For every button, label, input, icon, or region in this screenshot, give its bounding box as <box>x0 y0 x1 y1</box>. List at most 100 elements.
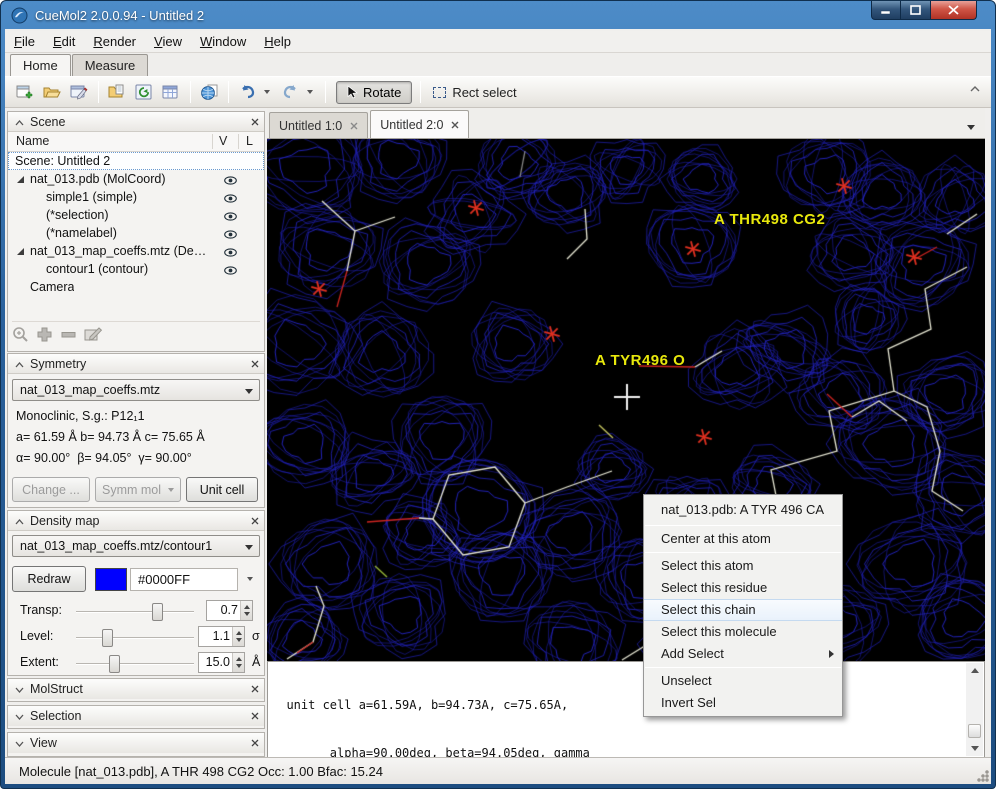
zoom-tree-icon[interactable] <box>12 326 29 348</box>
visibility-eye-icon[interactable] <box>224 174 237 188</box>
tree-row-selection[interactable]: (*selection) <box>8 206 264 224</box>
menu-window[interactable]: Window <box>191 32 255 51</box>
tree-row-scene[interactable]: Scene: Untitled 2 <box>8 152 264 170</box>
map-color-swatch[interactable] <box>95 568 127 591</box>
expander-icon[interactable] <box>17 176 24 183</box>
expand-panel-chevron[interactable] <box>15 709 24 723</box>
tree-row-simple1[interactable]: simple1 (simple) <box>8 188 264 206</box>
add-object-icon[interactable] <box>36 326 53 348</box>
menu-item-select-atom[interactable]: Select this atom <box>644 555 842 577</box>
tree-row-molcoord[interactable]: nat_013.pdb (MolCoord) <box>8 170 264 188</box>
open-file-button[interactable] <box>105 81 129 103</box>
menu-item-select-chain[interactable]: Select this chain <box>644 599 842 621</box>
extent-slider-thumb[interactable] <box>109 655 120 673</box>
extent-slider[interactable] <box>76 663 194 665</box>
menu-file[interactable]: File <box>5 32 44 51</box>
collapse-panel-chevron[interactable] <box>15 115 24 129</box>
tree-row-densmap[interactable]: nat_013_map_coeffs.mtz (De… <box>8 242 264 260</box>
view-tab-untitled2[interactable]: Untitled 2:0 <box>370 110 469 138</box>
close-panel-icon[interactable] <box>251 736 259 750</box>
maximize-button[interactable] <box>901 1 931 20</box>
tree-row-camera[interactable]: Camera <box>8 278 264 296</box>
console-scrollbar[interactable] <box>966 663 983 756</box>
selection-header[interactable]: Selection <box>8 706 264 726</box>
properties-icon[interactable] <box>84 326 103 348</box>
collapse-panel-chevron[interactable] <box>15 514 24 528</box>
collapse-panel-chevron[interactable] <box>15 357 24 371</box>
title-bar[interactable]: CueMol2 2.0.0.94 - Untitled 2 <box>1 1 995 29</box>
save-scene-button[interactable] <box>67 81 91 103</box>
unit-cell-button[interactable]: Unit cell <box>186 477 258 502</box>
color-hex-field[interactable]: #0000FF <box>130 568 238 591</box>
collapse-ribbon-chevron[interactable] <box>967 81 983 97</box>
rotate-toggle-button[interactable]: Rotate <box>336 81 412 104</box>
close-panel-icon[interactable] <box>251 357 259 371</box>
level-slider[interactable] <box>76 637 194 639</box>
change-button[interactable]: Change ... <box>12 477 90 502</box>
color-dropdown-caret[interactable] <box>247 577 253 581</box>
scrollbar-thumb[interactable] <box>968 724 981 738</box>
level-spinbox[interactable]: 1.1 <box>198 626 245 647</box>
symmetry-dataset-combo[interactable]: nat_013_map_coeffs.mtz <box>12 379 260 401</box>
visibility-eye-icon[interactable] <box>224 264 237 278</box>
rect-select-button[interactable]: Rect select <box>427 82 522 103</box>
column-lock[interactable]: L <box>246 134 253 148</box>
molecular-viewport-canvas[interactable] <box>267 139 985 661</box>
molstruct-header[interactable]: MolStruct <box>8 679 264 699</box>
embed-data-button[interactable] <box>159 81 183 103</box>
extent-spinbox[interactable]: 15.0 <box>198 652 245 673</box>
tree-row-contour1[interactable]: contour1 (contour) <box>8 260 264 278</box>
tab-home[interactable]: Home <box>10 54 71 77</box>
redo-dropdown-caret[interactable] <box>307 90 313 94</box>
menu-item-select-residue[interactable]: Select this residue <box>644 577 842 599</box>
close-panel-icon[interactable] <box>251 115 259 129</box>
expand-panel-chevron[interactable] <box>15 682 24 696</box>
menu-edit[interactable]: Edit <box>44 32 84 51</box>
spin-arrows[interactable] <box>240 601 252 620</box>
transp-spinbox[interactable]: 0.7 <box>206 600 253 621</box>
scroll-up-button[interactable] <box>967 663 982 678</box>
density-panel-header[interactable]: Density map <box>8 511 264 531</box>
visibility-eye-icon[interactable] <box>224 228 237 242</box>
open-scene-button[interactable] <box>40 81 64 103</box>
menu-item-center-atom[interactable]: Center at this atom <box>644 528 842 550</box>
undo-button[interactable] <box>235 81 259 103</box>
transp-slider-thumb[interactable] <box>152 603 163 621</box>
visibility-eye-icon[interactable] <box>224 246 237 260</box>
menu-item-add-select[interactable]: Add Select <box>644 643 842 665</box>
menu-render[interactable]: Render <box>84 32 145 51</box>
menu-view[interactable]: View <box>145 32 191 51</box>
redraw-button[interactable]: Redraw <box>12 566 86 592</box>
symm-mol-button[interactable]: Symm mol <box>95 477 181 502</box>
minimize-button[interactable] <box>871 1 901 20</box>
new-scene-button[interactable] <box>13 81 37 103</box>
close-panel-icon[interactable] <box>251 709 259 723</box>
expander-icon[interactable] <box>17 248 24 255</box>
tab-measure[interactable]: Measure <box>72 54 149 76</box>
redo-button[interactable] <box>278 81 302 103</box>
transp-slider[interactable] <box>76 611 194 613</box>
close-button[interactable] <box>931 1 977 20</box>
view-tab-untitled1[interactable]: Untitled 1:0 <box>269 112 368 138</box>
column-name[interactable]: Name <box>16 134 49 148</box>
scene-panel-header[interactable]: Scene <box>8 112 264 132</box>
menu-item-select-molecule[interactable]: Select this molecule <box>644 621 842 643</box>
level-slider-thumb[interactable] <box>102 629 113 647</box>
close-tab-icon[interactable] <box>350 122 358 130</box>
reload-view-button[interactable] <box>132 81 156 103</box>
remove-object-icon[interactable] <box>60 326 77 348</box>
scroll-down-button[interactable] <box>967 741 982 756</box>
close-tab-icon[interactable] <box>451 121 459 129</box>
undo-dropdown-caret[interactable] <box>264 90 270 94</box>
close-panel-icon[interactable] <box>251 682 259 696</box>
log-console[interactable]: unit cell a=61.59A, b=94.73A, c=75.65A, … <box>267 661 985 758</box>
column-visibility[interactable]: V <box>219 134 227 148</box>
render-file-button[interactable] <box>197 81 221 103</box>
expand-panel-chevron[interactable] <box>15 736 24 750</box>
spin-arrows[interactable] <box>232 627 244 646</box>
menu-help[interactable]: Help <box>255 32 300 51</box>
tab-list-dropdown[interactable] <box>967 125 975 130</box>
menu-item-unselect[interactable]: Unselect <box>644 670 842 692</box>
menu-item-invert-sel[interactable]: Invert Sel <box>644 692 842 714</box>
molecular-viewport[interactable]: A THR498 CG2 A TYR496 O <box>267 139 985 661</box>
